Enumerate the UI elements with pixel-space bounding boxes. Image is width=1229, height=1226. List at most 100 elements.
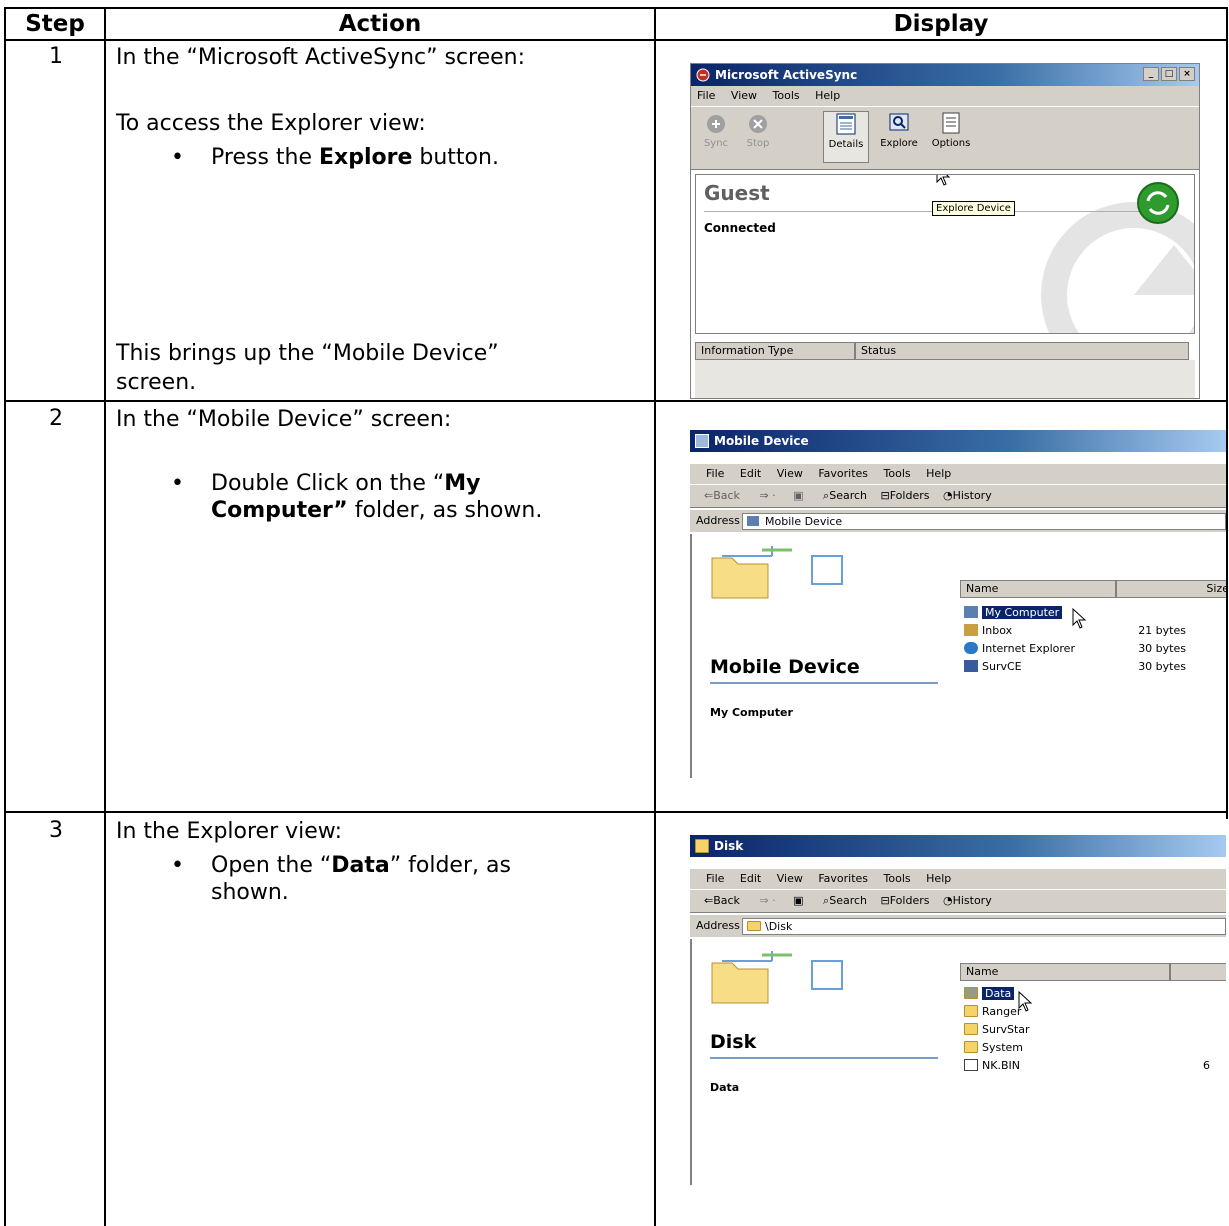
search-button[interactable]: ⌕Search <box>823 489 867 502</box>
column-name[interactable]: Name <box>960 580 1116 598</box>
menu-tools[interactable]: Tools <box>884 467 911 480</box>
column-size[interactable] <box>1170 963 1226 981</box>
procedure-table: Step Action Display 1 In the “Microsoft … <box>0 0 1229 1226</box>
header-display: Display <box>893 11 989 37</box>
sync-icon <box>707 115 725 133</box>
activesync-screenshot: Microsoft ActiveSync _ □ × File View Too… <box>690 63 1200 399</box>
item-name: My Computer <box>982 606 1063 619</box>
folders-button[interactable]: ⊟Folders <box>881 894 930 907</box>
file-icon <box>964 1059 978 1071</box>
menu-edit[interactable]: Edit <box>740 467 761 480</box>
mobile-device-heading: Mobile Device <box>710 656 860 678</box>
menu-file[interactable]: File <box>706 872 724 885</box>
folder-icon <box>964 1005 978 1017</box>
item-name: SurvCE <box>982 660 1022 673</box>
step-1-bullet-dot: • <box>171 145 184 170</box>
forward-button[interactable]: ⇒ · <box>759 894 775 907</box>
up-folder-icon[interactable]: ▣ <box>793 894 803 907</box>
row2-divider <box>4 811 1228 813</box>
internet-explorer-icon <box>964 642 978 654</box>
step-2-bullet-dot: • <box>171 471 184 496</box>
step-2-bullet-text: Double Click on the “My Computer” folder… <box>211 470 542 524</box>
menu-view[interactable]: View <box>777 467 803 480</box>
address-field[interactable]: Mobile Device <box>742 513 1226 530</box>
disk-screenshot: Disk File Edit View Favorites Tools Help… <box>690 835 1226 1185</box>
list-item[interactable]: Inbox <box>964 622 1012 640</box>
up-folder-icon[interactable]: ▣ <box>793 489 803 502</box>
list-item[interactable]: My Computer <box>964 604 1063 622</box>
address-field[interactable]: \Disk <box>742 918 1226 935</box>
folders-label: Folders <box>889 894 930 907</box>
folder-banner-icon <box>711 951 843 1004</box>
step-2-intro: In the “Mobile Device” screen: <box>116 407 452 432</box>
heading-underline <box>710 682 938 684</box>
folders-icon: ⊟ <box>880 489 890 502</box>
folders-label: Folders <box>889 489 930 502</box>
column-size[interactable]: Size <box>1116 580 1226 598</box>
history-button[interactable]: ◔History <box>943 489 992 502</box>
menu-view[interactable]: View <box>777 872 803 885</box>
maximize-button[interactable]: □ <box>1161 67 1177 81</box>
header-action: Action <box>338 11 422 37</box>
details-button[interactable]: Details <box>823 111 869 163</box>
menu-file[interactable]: File <box>697 89 715 102</box>
menu-favorites[interactable]: Favorites <box>818 467 868 480</box>
menu-tools[interactable]: Tools <box>773 89 800 102</box>
menu-tools[interactable]: Tools <box>884 872 911 885</box>
menu-help[interactable]: Help <box>926 872 951 885</box>
activesync-toolbar: Sync Stop Details Explore Options <box>691 106 1199 170</box>
activesync-menubar: File View Tools Help <box>691 86 1199 106</box>
column-information-type[interactable]: Information Type <box>695 342 855 360</box>
window-controls: _ □ × <box>1143 67 1195 81</box>
menu-help[interactable]: Help <box>926 467 951 480</box>
back-button[interactable]: ⇐Back <box>704 894 740 907</box>
menu-favorites[interactable]: Favorites <box>818 872 868 885</box>
folders-button[interactable]: ⊟Folders <box>881 489 930 502</box>
menu-file[interactable]: File <box>706 467 724 480</box>
list-item[interactable]: NK.BIN <box>964 1057 1020 1075</box>
menu-edit[interactable]: Edit <box>740 872 761 885</box>
list-item[interactable]: System <box>964 1039 1023 1057</box>
list-item[interactable]: SurvStar <box>964 1021 1030 1039</box>
menu-help[interactable]: Help <box>815 89 840 102</box>
row1-divider <box>4 400 1228 402</box>
back-button[interactable]: ⇐Back <box>704 489 740 502</box>
search-button[interactable]: ⌕Search <box>823 894 867 907</box>
forward-button[interactable]: ⇒ · <box>759 489 775 502</box>
mobile-device-addressbar: Address Mobile Device <box>690 510 1226 532</box>
list-item[interactable]: Data <box>964 985 1015 1003</box>
activesync-icon <box>696 68 710 82</box>
sync-button[interactable]: Sync <box>699 113 733 149</box>
column-name[interactable]: Name <box>960 963 1170 981</box>
explore-button[interactable]: Explore <box>877 111 921 149</box>
history-icon: ◔ <box>942 489 953 502</box>
table-divider-step <box>104 7 106 1226</box>
item-name: Data <box>982 987 1015 1000</box>
step-1-number: 1 <box>49 44 63 69</box>
address-folder-icon <box>747 921 761 931</box>
mobile-device-titlebar: Mobile Device <box>690 430 1226 452</box>
search-label: Search <box>829 489 868 502</box>
close-button[interactable]: × <box>1179 67 1195 81</box>
step-1-bullet-post: button. <box>412 145 499 170</box>
list-item[interactable]: SurvCE <box>964 658 1022 676</box>
column-status[interactable]: Status <box>855 342 1189 360</box>
history-icon: ◔ <box>942 894 953 907</box>
stop-button[interactable]: Stop <box>741 113 775 149</box>
activesync-status-panel: Guest Connected Explore Device <box>695 174 1195 334</box>
profile-divider <box>704 211 1148 212</box>
connected-sync-icon <box>1137 182 1179 224</box>
connection-state: Connected <box>704 221 776 235</box>
step-3-intro: In the Explorer view: <box>116 819 342 844</box>
step-2-bullet-pre: Double Click on the “ <box>211 471 445 496</box>
list-item[interactable]: Ranger <box>964 1003 1021 1021</box>
minimize-button[interactable]: _ <box>1143 67 1159 81</box>
profile-name: Guest <box>704 181 770 205</box>
menu-view[interactable]: View <box>731 89 757 102</box>
history-button[interactable]: ◔History <box>943 894 992 907</box>
options-button[interactable]: Options <box>929 111 973 149</box>
list-item[interactable]: Internet Explorer <box>964 640 1075 658</box>
address-value: Mobile Device <box>765 515 843 528</box>
address-value: \Disk <box>765 920 793 933</box>
history-label: History <box>952 894 992 907</box>
